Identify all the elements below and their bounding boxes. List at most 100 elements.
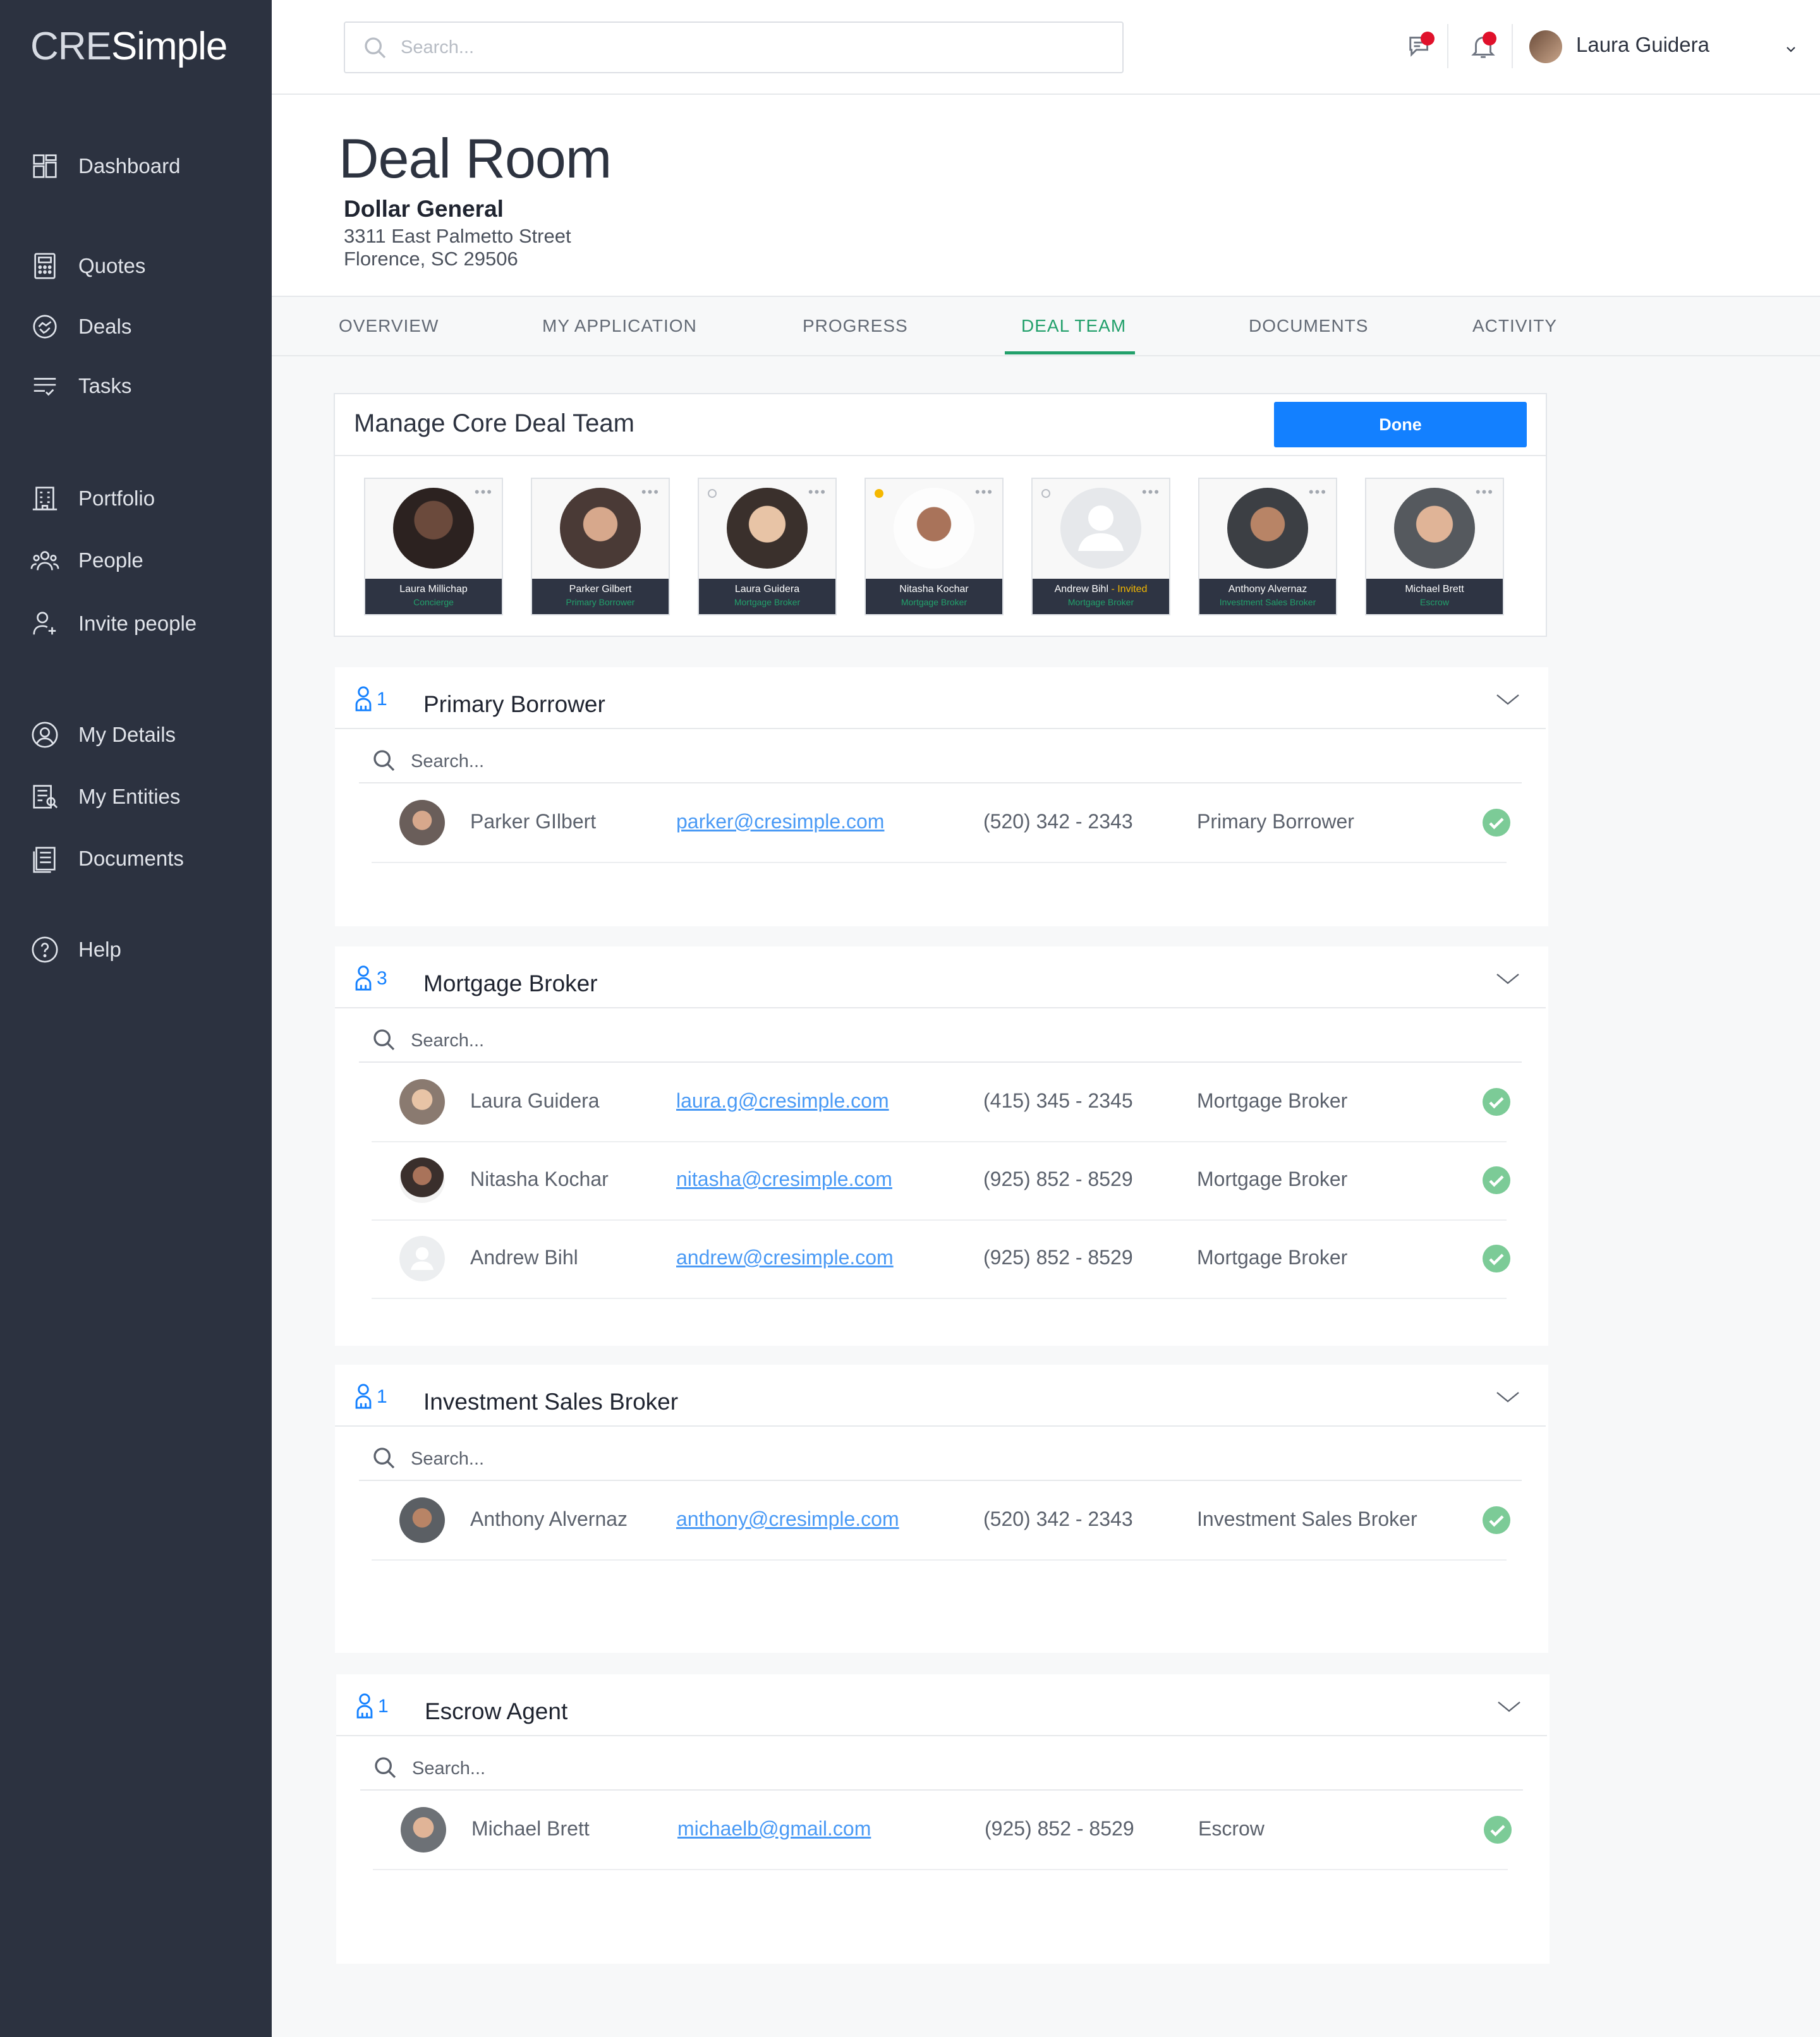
tasks-icon (33, 378, 56, 396)
page-title: Deal Room (339, 127, 612, 190)
team-member-tile[interactable]: ••• Anthony Alvernaz Investment Sales Br… (1198, 478, 1337, 615)
member-email-link[interactable]: andrew@cresimple.com (676, 1246, 894, 1269)
section-escrow-agent: 1 Escrow Agent Michael Brett michaelb@gm… (336, 1674, 1550, 1964)
user-avatar[interactable] (1529, 30, 1562, 63)
person-icon (356, 1693, 373, 1719)
section-search-input[interactable] (410, 1444, 918, 1473)
dashboard-icon (33, 154, 57, 178)
table-row[interactable]: Andrew Bihl andrew@cresimple.com (925) 8… (372, 1221, 1510, 1299)
sidebar-item-tasks[interactable]: Tasks (30, 364, 131, 408)
sidebar-item-my-details[interactable]: My Details (30, 713, 176, 757)
section-search-input[interactable] (411, 1754, 919, 1783)
member-email-link[interactable]: michaelb@gmail.com (677, 1817, 871, 1841)
member-name: Michael Brett (1405, 584, 1464, 595)
member-count: 1 (378, 1696, 389, 1717)
team-member-tile[interactable]: ••• Michael Brett Escrow (1365, 478, 1504, 615)
member-label: Andrew Bihl - Invited Mortgage Broker (1033, 579, 1169, 614)
member-label: Parker Gilbert Primary Borrower (532, 579, 669, 614)
sidebar-item-help[interactable]: Help (30, 928, 121, 972)
member-name: Parker GIlbert (470, 810, 597, 833)
member-role: Concierge (413, 597, 454, 607)
avatar (401, 1807, 446, 1853)
tab-activity[interactable]: ACTIVITY (1472, 297, 1557, 355)
chevron-down-icon[interactable] (1495, 690, 1520, 709)
calculator-icon (34, 253, 56, 279)
check-circle-icon (1484, 1816, 1512, 1844)
help-icon (32, 936, 58, 963)
sidebar-item-portfolio[interactable]: Portfolio (30, 476, 155, 521)
section-divider (335, 1425, 1546, 1427)
sidebar-item-documents[interactable]: Documents (30, 837, 184, 881)
member-email-link[interactable]: anthony@cresimple.com (676, 1508, 899, 1531)
sidebar-item-invite-people[interactable]: Invite people (30, 601, 197, 646)
table-row[interactable]: Nitasha Kochar nitasha@cresimple.com (92… (372, 1142, 1510, 1221)
check-circle-icon (1483, 1088, 1510, 1116)
avatar (399, 1497, 445, 1543)
avatar-placeholder-icon (399, 1236, 445, 1281)
section-search-input[interactable] (410, 1026, 918, 1055)
more-options-icon[interactable]: ••• (641, 484, 660, 500)
search-icon (375, 1757, 396, 1779)
sidebar-item-people[interactable]: People (30, 538, 143, 583)
user-name[interactable]: Laura Guidera (1576, 33, 1709, 57)
more-options-icon[interactable]: ••• (808, 484, 827, 500)
bell-notification-dot (1483, 32, 1496, 45)
team-member-tile[interactable]: ••• Parker Gilbert Primary Borrower (531, 478, 670, 615)
people-icon (30, 551, 59, 571)
section-divider (335, 1007, 1546, 1008)
team-member-tile[interactable]: ••• Laura Millichap Concierge (364, 478, 503, 615)
team-member-tile[interactable]: ••• Nitasha Kochar Mortgage Broker (864, 478, 1004, 615)
table-row[interactable]: Michael Brett michaelb@gmail.com (925) 8… (373, 1792, 1512, 1870)
person-icon (355, 1384, 372, 1409)
global-search-input[interactable] (399, 32, 1097, 63)
more-options-icon[interactable]: ••• (475, 484, 493, 500)
avatar (399, 1158, 445, 1203)
more-options-icon[interactable]: ••• (1309, 484, 1327, 500)
chevron-down-icon[interactable] (1496, 1697, 1522, 1716)
property-name: Dollar General (344, 196, 504, 222)
tab-documents[interactable]: DOCUMENTS (1249, 297, 1368, 355)
more-options-icon[interactable]: ••• (1142, 484, 1160, 500)
team-member-tile[interactable]: ••• Andrew Bihl - Invited Mortgage Broke… (1031, 478, 1170, 615)
chevron-down-icon[interactable] (1495, 969, 1520, 988)
member-email-link[interactable]: parker@cresimple.com (676, 810, 884, 833)
property-address-line1: 3311 East Palmetto Street (344, 225, 571, 247)
sidebar-item-dashboard[interactable]: Dashboard (30, 144, 180, 188)
tab-progress[interactable]: PROGRESS (803, 297, 908, 355)
search-icon (365, 37, 386, 59)
member-email-link[interactable]: nitasha@cresimple.com (676, 1168, 892, 1191)
table-row[interactable]: Parker GIlbert parker@cresimple.com (520… (372, 785, 1510, 863)
member-role: Primary Borrower (1197, 810, 1354, 833)
sidebar-item-label: Deals (78, 315, 132, 338)
sidebar-item-deals[interactable]: Deals (30, 305, 131, 349)
property-address-line2: Florence, SC 29506 (344, 248, 518, 270)
sidebar-item-label: Portfolio (78, 487, 155, 510)
check-circle-icon (1483, 809, 1510, 837)
sidebar-item-quotes[interactable]: Quotes (30, 244, 145, 288)
card-divider (335, 455, 1546, 456)
member-name: Laura Guidera (734, 584, 800, 595)
member-photo (1227, 488, 1308, 569)
global-search[interactable] (344, 21, 1124, 73)
tab-deal-team[interactable]: DEAL TEAM (1021, 297, 1126, 355)
app-logo[interactable]: CRESimple (30, 24, 228, 69)
member-label: Laura Millichap Concierge (365, 579, 502, 614)
section-search-input[interactable] (410, 747, 918, 776)
status-dot (1041, 489, 1050, 498)
member-email-link[interactable]: laura.g@cresimple.com (676, 1089, 889, 1113)
sidebar-item-my-entities[interactable]: My Entities (30, 775, 180, 819)
check-circle-icon (1483, 1506, 1510, 1534)
more-options-icon[interactable]: ••• (975, 484, 993, 500)
chevron-down-icon[interactable] (1783, 42, 1799, 57)
member-name: Laura Millichap (399, 584, 468, 595)
add-user-icon (33, 612, 56, 635)
tab-overview[interactable]: OVERVIEW (339, 297, 439, 355)
tab-my-application[interactable]: MY APPLICATION (542, 297, 697, 355)
table-row[interactable]: Anthony Alvernaz anthony@cresimple.com (… (372, 1482, 1510, 1561)
done-button[interactable]: Done (1274, 402, 1527, 447)
chevron-down-icon[interactable] (1495, 1387, 1520, 1406)
table-row[interactable]: Laura Guidera laura.g@cresimple.com (415… (372, 1064, 1510, 1142)
team-member-tile[interactable]: ••• Laura Guidera Mortgage Broker (698, 478, 837, 615)
more-options-icon[interactable]: ••• (1476, 484, 1494, 500)
member-role: Mortgage Broker (1197, 1168, 1348, 1190)
